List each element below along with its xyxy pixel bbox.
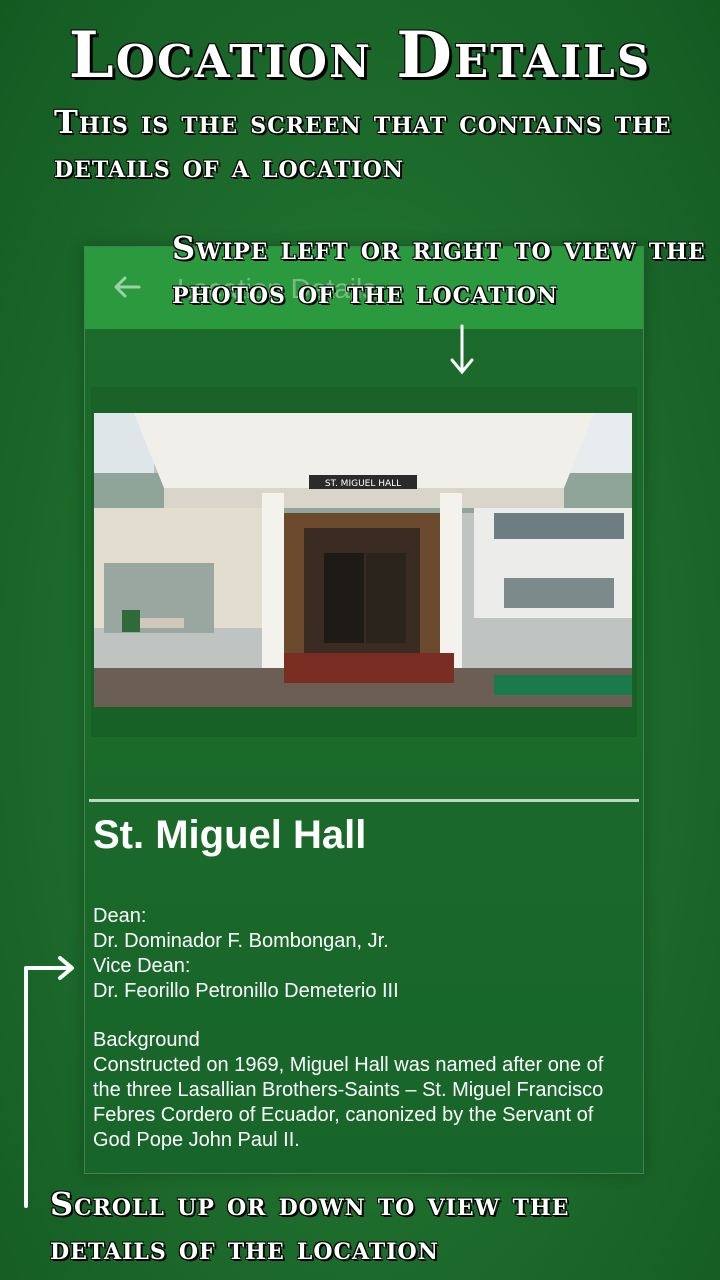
location-people: Dean: Dr. Dominador F. Bombongan, Jr. Vi… [93, 905, 399, 1002]
scroll-hint: Scroll up or down to view the details of… [50, 1185, 570, 1267]
location-details[interactable]: St. Miguel Hall Dean: Dr. Dominador F. B… [93, 813, 633, 1153]
location-name: St. Miguel Hall [93, 813, 367, 857]
divider [89, 799, 639, 802]
banner-subtitle: This is the screen that contains the det… [54, 103, 672, 185]
swipe-hint: Swipe left or right to view the photos o… [172, 229, 706, 311]
photo-sign-text: ST. MIGUEL HALL [325, 479, 401, 489]
location-photo[interactable]: ST. MIGUEL HALL [94, 413, 632, 707]
phone-screen: Location Details ST. MIGUEL HALL St. Mig… [84, 246, 644, 1174]
arrow-right-icon [24, 956, 74, 1208]
arrow-left-icon[interactable] [111, 271, 143, 303]
banner-title: Location Details [68, 18, 652, 93]
location-background: Background Constructed on 1969, Miguel H… [93, 1029, 604, 1151]
arrow-down-icon [450, 324, 474, 375]
photo-carousel[interactable]: ST. MIGUEL HALL [91, 387, 637, 737]
